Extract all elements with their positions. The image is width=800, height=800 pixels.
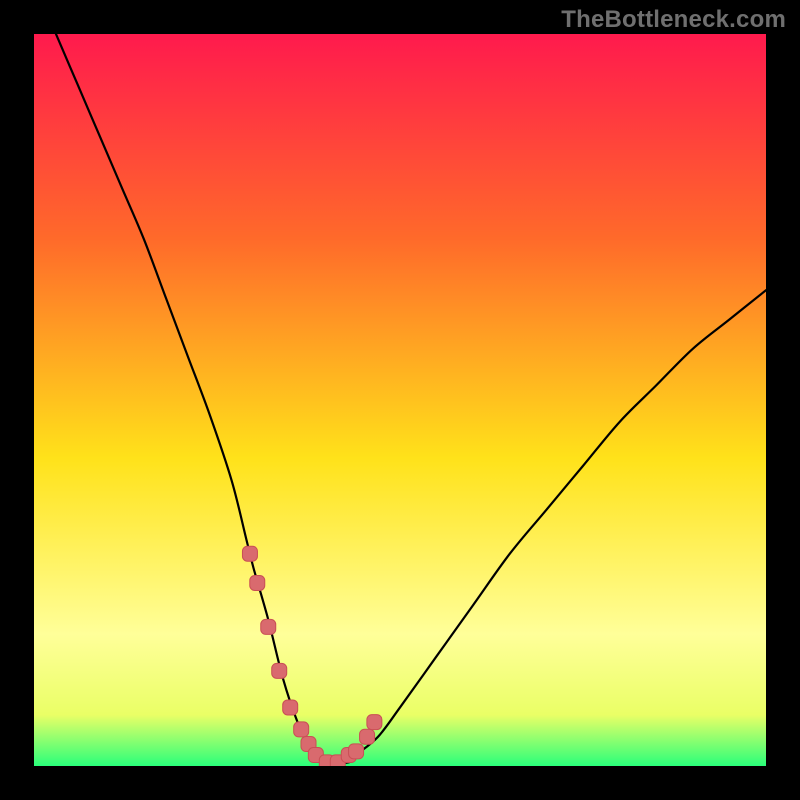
marker-point <box>367 715 382 730</box>
marker-point <box>242 546 257 561</box>
marker-point <box>283 700 298 715</box>
plot-svg <box>34 34 766 766</box>
marker-point <box>349 744 364 759</box>
marker-point <box>294 722 309 737</box>
marker-point <box>261 619 276 634</box>
marker-point <box>360 729 375 744</box>
marker-point <box>250 576 265 591</box>
chart-frame: TheBottleneck.com <box>0 0 800 800</box>
gradient-background <box>34 34 766 766</box>
marker-point <box>272 663 287 678</box>
plot-area <box>34 34 766 766</box>
watermark-text: TheBottleneck.com <box>561 6 786 34</box>
